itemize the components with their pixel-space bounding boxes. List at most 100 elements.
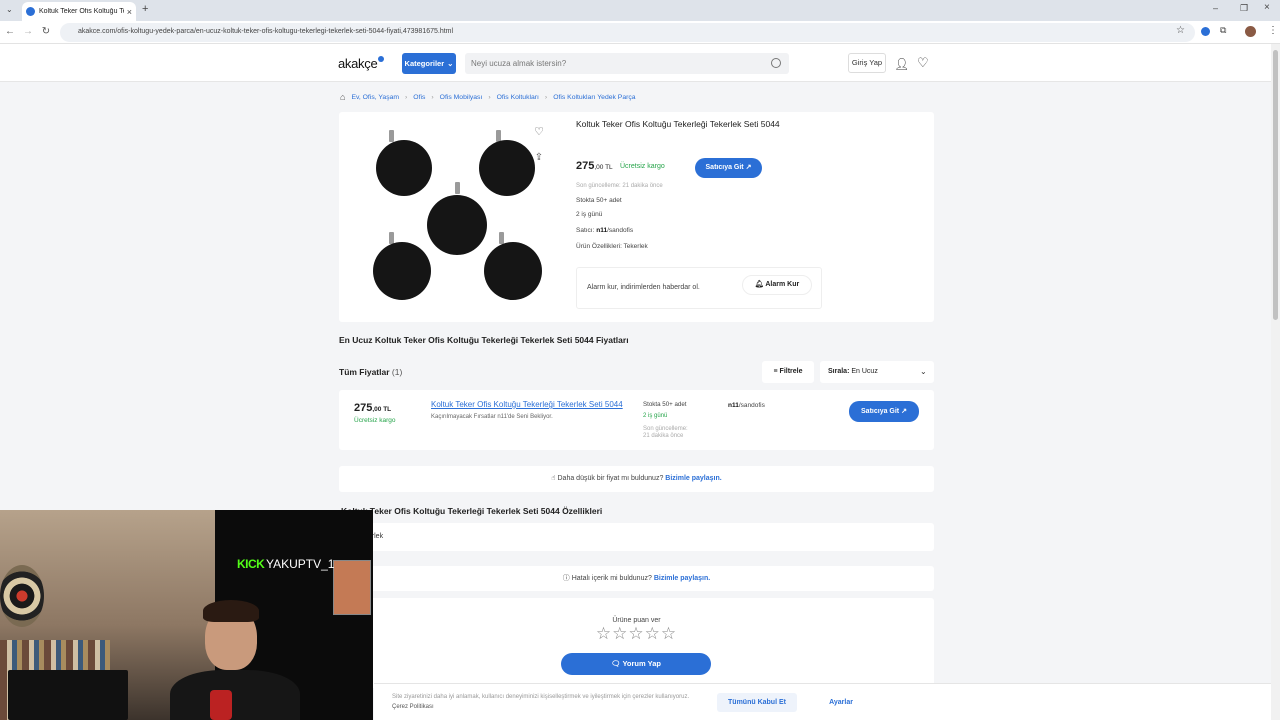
cookie-text: Site ziyaretinizi daha iyi anlamak, kull… [392, 692, 702, 712]
price-cents: ,00 TL [594, 164, 613, 171]
all-prices-label: Tüm Fiyatlar [339, 367, 390, 377]
breadcrumb-item[interactable]: Ofis Koltukları Yedek Parça [553, 94, 635, 101]
seller-name[interactable]: /sandofis [607, 227, 633, 234]
set-alarm-button[interactable]: 🔔︎ Alarm Kur [742, 275, 812, 295]
close-window-icon[interactable]: × [1264, 2, 1270, 13]
favorites-heart-icon[interactable]: ♡ [917, 56, 931, 70]
rating-stars[interactable]: ☆☆☆☆☆ [339, 624, 934, 644]
profile-avatar[interactable] [1245, 26, 1256, 37]
search-icon[interactable] [771, 58, 781, 68]
breadcrumb-separator-icon: › [431, 93, 434, 101]
external-arrow-icon: ↗ [745, 164, 752, 171]
monitor [8, 670, 128, 720]
scrollbar-thumb[interactable] [1273, 50, 1278, 320]
breadcrumb-separator-icon: › [488, 93, 491, 101]
offer-updated: Son güncelleme: 21 dakika önce [643, 426, 688, 439]
all-prices-count: (1) [391, 367, 403, 377]
offer-delivery: 2 iş günü [643, 413, 668, 419]
restore-icon[interactable]: ❐ [1240, 3, 1248, 14]
kick-logo: KICK [237, 557, 265, 571]
home-icon[interactable]: ⌂ [340, 92, 345, 102]
reload-icon[interactable]: ↻ [39, 25, 53, 39]
breadcrumb-separator-icon: › [544, 93, 548, 101]
offer-title-link[interactable]: Koltuk Teker Ofis Koltuğu Tekerleği Teke… [431, 400, 623, 409]
breadcrumb-item[interactable]: Ev, Ofis, Yaşam [351, 94, 399, 101]
login-button[interactable]: Giriş Yap [848, 53, 886, 73]
offer-go-label: Satıcıya Git [861, 408, 900, 415]
review-section: Ürüne puan ver ☆☆☆☆☆ 🗨︎ Yorum Yap [339, 598, 934, 688]
streamer-username: YAKUPTV_1 [266, 557, 335, 571]
url-field[interactable]: akakce.com/ofis-koltugu-yedek-parca/en-u… [60, 23, 1195, 42]
offer-subtitle: Kaçırılmayacak Fırsatlar n11'de Seni Bek… [431, 414, 553, 420]
product-card: ♡ ⇪ Koltuk Teker Ofis Koltuğu Tekerleği … [339, 112, 934, 322]
microphone [210, 690, 232, 720]
free-cargo-label: Ücretsiz kargo [620, 163, 665, 170]
lower-price-text: Daha düşük bir fiyat mı buldunuz? [557, 475, 664, 482]
page-scrollbar[interactable] [1271, 44, 1280, 720]
offer-seller[interactable]: n11/sandofis [728, 402, 765, 409]
breadcrumb-item[interactable]: Ofis Koltukları [497, 94, 539, 101]
breadcrumb-item[interactable]: Ofis Mobilyası [440, 94, 483, 101]
chevron-down-icon: ⌄ [447, 59, 454, 68]
site-favicon-icon [26, 7, 35, 16]
product-image[interactable] [339, 112, 559, 322]
sort-label: Sırala: [828, 368, 850, 375]
breadcrumb-separator-icon: › [405, 93, 408, 101]
filter-button[interactable]: ≡ Filtrele [762, 361, 814, 383]
price-alarm-box: Alarm kur, indirimlerden haberdar ol. 🔔︎… [576, 267, 822, 309]
lower-price-share-link[interactable]: Bizimle paylaşın. [665, 475, 721, 482]
search-input[interactable]: Neyi ucuza almak istersin? [465, 53, 789, 74]
offer-stock: Stokta 50+ adet [643, 401, 687, 408]
share-icon[interactable]: ⇪ [531, 150, 547, 166]
close-tab-icon[interactable]: × [127, 7, 132, 17]
last-updated-text: Son güncelleme: 21 dakika önce [576, 183, 663, 189]
extension-icon[interactable] [1201, 27, 1210, 36]
rate-label: Ürüne puan ver [612, 617, 661, 624]
extensions-puzzle-icon[interactable]: ⧉ [1220, 25, 1226, 36]
filter-icon: ≡ [773, 368, 778, 375]
cookie-policy-link[interactable]: Çerez Politikası [392, 704, 434, 710]
offer-seller-brand: n11 [728, 402, 739, 409]
specs-heading: Koltuk Teker Ofis Koltuğu Tekerleği Teke… [341, 506, 603, 516]
error-report-share-link[interactable]: Bizimle paylaşın. [654, 575, 710, 582]
offer-go-to-seller-button[interactable]: Satıcıya Git ↗ [849, 401, 919, 422]
categories-button[interactable]: Kategoriler ⌄ [402, 53, 456, 74]
dartboard [0, 565, 44, 627]
webcam-overlay: KICK YAKUPTV_1 [0, 510, 373, 720]
new-tab-icon[interactable]: + [142, 3, 148, 15]
cheapest-prices-heading: En Ucuz Koltuk Teker Ofis Koltuğu Tekerl… [339, 335, 629, 345]
go-to-seller-button[interactable]: Satıcıya Git ↗ [695, 158, 762, 178]
bell-icon: 🔔︎ [754, 281, 764, 288]
minimize-icon[interactable]: – [1213, 3, 1218, 13]
offer-seller-name: /sandofis [738, 402, 765, 409]
lower-price-report: ☝︎ Daha düşük bir fiyat mı buldunuz? Biz… [339, 466, 934, 492]
logo-dot-icon [378, 56, 385, 62]
product-title: Koltuk Teker Ofis Koltuğu Tekerleği Teke… [576, 119, 780, 129]
browser-tab[interactable]: Koltuk Teker Ofis Koltuğu Teker × [22, 2, 136, 21]
add-favorite-heart-icon[interactable]: ♡ [531, 124, 547, 140]
sort-select[interactable]: Sırala: En Ucuz [820, 361, 934, 383]
streamer-body [170, 670, 300, 720]
forward-icon[interactable]: → [21, 25, 35, 39]
back-icon[interactable]: ← [3, 25, 17, 39]
write-review-button[interactable]: 🗨︎ Yorum Yap [561, 653, 711, 675]
breadcrumb-item[interactable]: Ofis [413, 94, 425, 101]
tab-list-icon[interactable]: ⌄ [6, 5, 13, 14]
site-header: akakçe Kategoriler ⌄ Neyi ucuza almak ist… [0, 44, 1280, 82]
delivery-text: 2 iş günü [576, 211, 603, 218]
question-icon: ⓘ [562, 575, 570, 582]
akakce-logo[interactable]: akakçe [338, 56, 385, 71]
bookmark-star-icon[interactable]: ☆ [1176, 25, 1185, 36]
accept-all-cookies-button[interactable]: Tümünü Kabul Et [717, 693, 797, 712]
seller-label: Satıcı: [576, 227, 595, 234]
sort-chevron-down-icon[interactable]: ⌄ [920, 367, 927, 376]
categories-label: Kategoriler [404, 59, 445, 68]
seller-brand-logo[interactable]: n11 [596, 227, 607, 234]
offer-price: 275,00 TL [354, 402, 391, 414]
breadcrumb: ⌂ Ev, Ofis, Yaşam › Ofis › Ofis Mobilyası ›… [340, 92, 636, 102]
address-bar: ← → ↻ akakce.com/ofis-koltugu-yedek-parc… [0, 21, 1280, 44]
external-arrow-icon: ↗ [901, 408, 907, 415]
browser-menu-icon[interactable]: ⋮ [1268, 25, 1278, 36]
user-icon[interactable]: 👤︎ [894, 57, 909, 71]
cookie-settings-button[interactable]: Ayarlar [818, 693, 864, 712]
